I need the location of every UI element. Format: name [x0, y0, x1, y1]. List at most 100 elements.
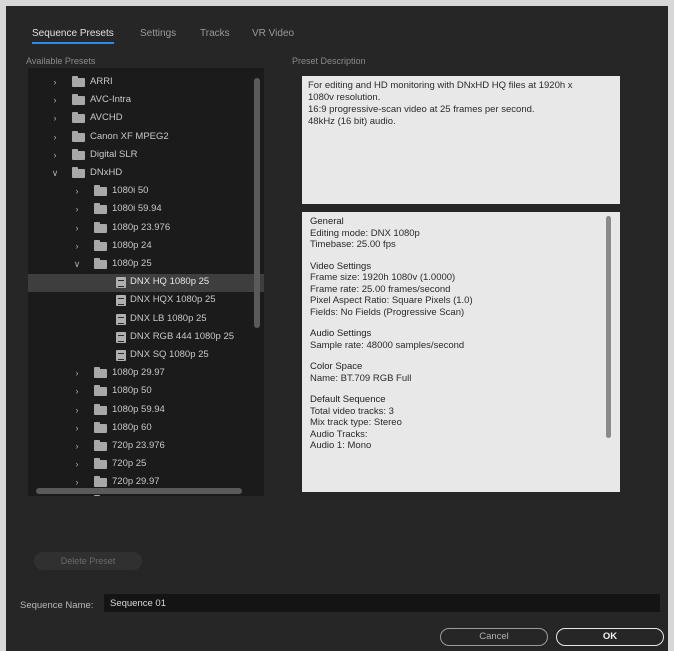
- tree-item-label: Digital SLR: [90, 148, 138, 160]
- chevron-right-icon[interactable]: ›: [50, 113, 60, 123]
- tree-item-label: Canon XF MPEG2: [90, 130, 169, 142]
- chevron-right-icon[interactable]: ›: [72, 241, 82, 251]
- tree-vertical-scrollbar[interactable]: [254, 78, 260, 328]
- details-scrollbar[interactable]: [606, 216, 611, 438]
- preset-file-icon: [116, 295, 126, 307]
- folder-icon: [72, 76, 85, 87]
- tree-item-label: AVC-Intra: [90, 94, 132, 106]
- folder-item[interactable]: › 720p 23.976: [28, 438, 264, 456]
- preset-item[interactable]: DNX RGB 444 1080p 25: [28, 329, 264, 347]
- details-line: Total video tracks: 3: [310, 405, 394, 417]
- tree-item-label: DNX SQ 1080p 25: [130, 349, 209, 360]
- details-section-heading: Audio Settings: [310, 328, 372, 339]
- chevron-right-icon[interactable]: ›: [72, 441, 82, 451]
- sequence-name-input[interactable]: [104, 594, 660, 612]
- details-line: Mix track type: Stereo: [310, 417, 402, 428]
- details-line: Frame rate: 25.00 frames/second: [310, 283, 451, 295]
- chevron-right-icon[interactable]: ›: [50, 132, 60, 142]
- cancel-button[interactable]: Cancel: [440, 628, 548, 646]
- preset-file-icon: [116, 350, 126, 361]
- tree-item-label: DNX LB 1080p 25: [130, 312, 207, 324]
- folder-item[interactable]: › 1080p 59.94: [28, 402, 264, 420]
- tree-horizontal-scrollbar[interactable]: [36, 488, 242, 494]
- delete-preset-button[interactable]: Delete Preset: [34, 552, 142, 570]
- tab-vr-video[interactable]: VR Video: [252, 28, 294, 39]
- ok-button[interactable]: OK: [556, 628, 664, 646]
- folder-icon: [72, 94, 85, 106]
- description-line: 48kHz (16 bit) audio.: [308, 116, 396, 127]
- preset-item[interactable]: DNX LB 1080p 25: [28, 311, 264, 329]
- tab-settings[interactable]: Settings: [140, 28, 176, 39]
- folder-item[interactable]: ∨ 1080p 25: [28, 256, 264, 274]
- preset-item[interactable]: DNX SQ 1080p 25: [28, 347, 264, 365]
- chevron-right-icon[interactable]: ›: [50, 77, 60, 87]
- preset-item[interactable]: DNX HQ 1080p 25: [28, 274, 264, 293]
- chevron-right-icon[interactable]: ›: [72, 459, 82, 469]
- folder-icon: [94, 403, 107, 415]
- chevron-right-icon[interactable]: ›: [72, 223, 82, 233]
- description-line: 1080v resolution.: [308, 92, 381, 103]
- chevron-right-icon[interactable]: ›: [50, 150, 60, 160]
- folder-icon: [72, 167, 85, 178]
- folder-icon: [72, 130, 85, 142]
- folder-icon: [72, 148, 85, 160]
- folder-item[interactable]: › 1080p 23.976: [28, 220, 264, 238]
- folder-item[interactable]: › 1080p 24: [28, 238, 264, 256]
- folder-icon: [94, 458, 107, 470]
- folder-icon: [94, 239, 107, 251]
- details-line: Editing mode: DNX 1080p: [310, 227, 420, 239]
- chevron-right-icon[interactable]: ›: [72, 368, 82, 378]
- preset-description-box: For editing and HD monitoring with DNxHD…: [302, 76, 620, 204]
- chevron-right-icon[interactable]: ›: [72, 405, 82, 415]
- folder-item[interactable]: › 1080p 29.97: [28, 365, 264, 383]
- details-line: Audio Tracks:: [310, 428, 368, 440]
- folder-icon: [94, 221, 107, 233]
- tree-item-label: DNX HQX 1080p 25: [130, 294, 216, 306]
- details-line: Audio 1: Mono: [310, 440, 372, 451]
- tree-item-label: DNX HQ 1080p 25: [130, 276, 210, 288]
- details-section-heading: Color Space: [310, 361, 363, 372]
- tree-item-label: 720p 29.97: [112, 476, 160, 488]
- tree-item-label: 1080i 59.94: [112, 203, 162, 215]
- folder-icon: [94, 421, 107, 433]
- folder-item[interactable]: › ARRI: [28, 74, 264, 92]
- chevron-right-icon[interactable]: ›: [72, 423, 82, 433]
- tree-item-label: ARRI: [90, 76, 113, 87]
- folder-item[interactable]: › 1080i 50: [28, 183, 264, 201]
- tree-item-label: 720p 25: [112, 458, 147, 470]
- chevron-right-icon[interactable]: ›: [72, 477, 82, 487]
- tab-tracks[interactable]: Tracks: [200, 28, 230, 39]
- tree-item-label: DNX RGB 444 1080p 25: [130, 330, 235, 342]
- folder-icon: [94, 258, 107, 269]
- folder-item[interactable]: › Digital SLR: [28, 147, 264, 165]
- chevron-down-icon[interactable]: ∨: [50, 168, 60, 178]
- chevron-right-icon[interactable]: ›: [50, 95, 60, 105]
- description-line: 16:9 progressive-scan video at 25 frames…: [308, 104, 535, 115]
- details-line: Fields: No Fields (Progressive Scan): [310, 306, 465, 318]
- folder-item[interactable]: › Canon XF MPEG2: [28, 129, 264, 147]
- folder-item[interactable]: › 720p 25: [28, 456, 264, 474]
- folder-item[interactable]: ∨ DNxHD: [28, 165, 264, 183]
- chevron-right-icon[interactable]: ›: [72, 204, 82, 214]
- description-line: For editing and HD monitoring with DNxHD…: [308, 80, 573, 91]
- folder-icon: [94, 440, 107, 451]
- chevron-down-icon[interactable]: ∨: [72, 259, 82, 269]
- chevron-right-icon[interactable]: ›: [72, 386, 82, 396]
- folder-item[interactable]: › AVCHD: [28, 110, 264, 128]
- chevron-right-icon[interactable]: ›: [72, 186, 82, 196]
- folder-item[interactable]: › 1080p 50: [28, 383, 264, 401]
- tab-sequence-presets[interactable]: Sequence Presets: [32, 28, 114, 44]
- folder-item[interactable]: › 1080i 59.94: [28, 201, 264, 219]
- details-line: Frame size: 1920h 1080v (1.0000): [310, 272, 456, 283]
- preset-tree[interactable]: › ARRI › AVC-Intra › AVCHD › Canon XF MPEG2 › Dig…: [28, 68, 264, 496]
- folder-item[interactable]: › 1080p 60: [28, 420, 264, 438]
- folder-item[interactable]: › AVC-Intra: [28, 92, 264, 110]
- details-section-heading: Video Settings: [310, 260, 372, 272]
- tree-item-label: 720p 50: [112, 495, 146, 496]
- preset-item[interactable]: DNX HQX 1080p 25: [28, 292, 264, 310]
- tree-item-label: 1080p 25: [112, 258, 152, 269]
- sequence-name-label: Sequence Name:: [20, 600, 94, 611]
- preset-file-icon: [116, 313, 126, 325]
- folder-icon: [94, 385, 107, 397]
- new-sequence-dialog: Sequence Presets Settings Tracks VR Vide…: [6, 6, 668, 651]
